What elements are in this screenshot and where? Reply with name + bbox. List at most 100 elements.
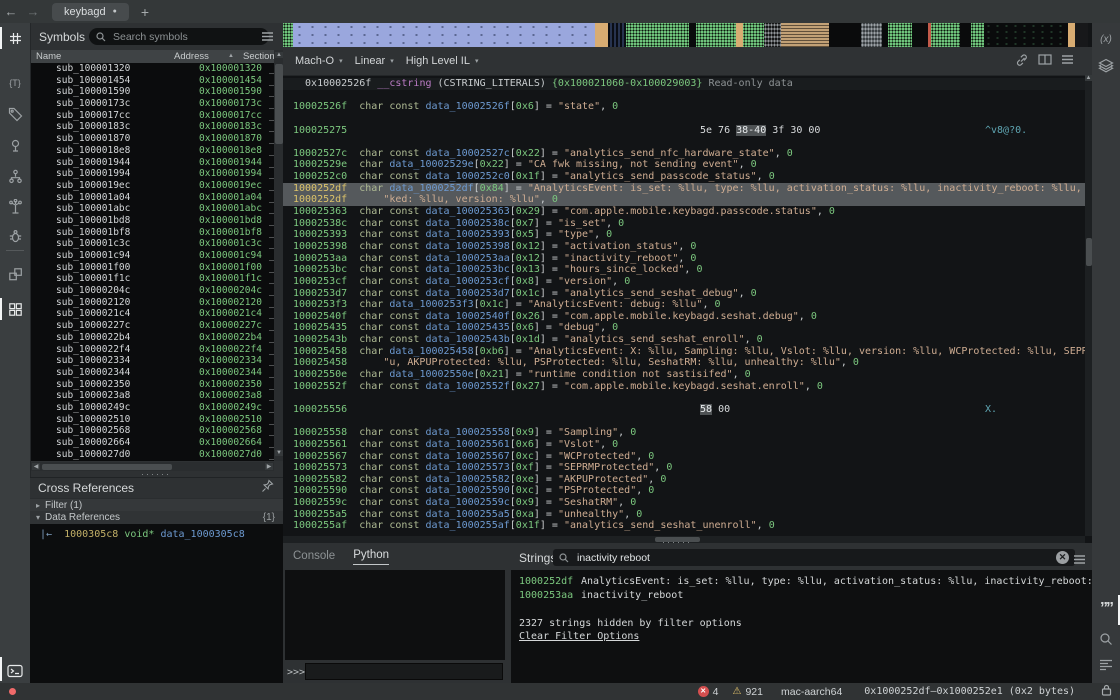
xrefs-group-row[interactable]: ▾ Data References {1} <box>30 511 283 524</box>
tab-python[interactable]: Python <box>353 549 389 565</box>
xrefs-filter-row[interactable]: ▸ Filter (1) <box>30 498 283 511</box>
linear-view-line[interactable]: 10002552f char const data_10002552f[0x27… <box>283 381 1085 393</box>
linear-view-line[interactable]: 10002559c char const data_10002559c[0x9]… <box>283 497 1085 509</box>
scroll-up-icon[interactable]: ▲ <box>1085 75 1092 81</box>
linear-view-line[interactable]: 0x10002526f __cstring (CSTRING_LITERALS)… <box>283 78 1085 90</box>
new-tab-button[interactable]: + <box>141 4 149 20</box>
symbol-row[interactable]: sub_1000023a80x1000023a8__text <box>31 390 274 402</box>
column-name[interactable]: Name <box>36 51 61 62</box>
symbol-row[interactable]: sub_10000227c0x10000227c__text <box>31 320 274 332</box>
components-icon[interactable] <box>0 261 30 287</box>
symbols-column-header[interactable]: Name Address ▲ Section <box>31 50 284 63</box>
linear-view-line[interactable]: 100025398 char const data_100025398[0x12… <box>283 241 1085 253</box>
error-count[interactable]: ✕ 4 <box>698 686 719 698</box>
linear-view-line[interactable]: 1000253cf char const data_1000253cf[0x8]… <box>283 276 1085 288</box>
linear-view-line[interactable]: 1000255af char const data_1000255af[0x1f… <box>283 520 1085 532</box>
linear-view-line[interactable] <box>283 392 1085 404</box>
symbol-row[interactable]: sub_1000018700x100001870__text <box>31 133 274 145</box>
tag-icon[interactable] <box>0 101 30 127</box>
lock-icon[interactable] <box>1101 684 1112 699</box>
architecture-label[interactable]: mac-aarch64 <box>781 686 842 698</box>
scroll-left-icon[interactable]: ◀ <box>32 463 40 470</box>
linear-view-line[interactable]: 1000255a5 char const data_1000255a5[0xa]… <box>283 509 1085 521</box>
forward-arrow-icon[interactable]: → <box>22 4 44 19</box>
symbol-row[interactable]: sub_1000017cc0x1000017cc__text <box>31 110 274 122</box>
symbol-row[interactable]: sub_10000173c0x10000173c__text <box>31 98 274 110</box>
scroll-right-icon[interactable]: ▶ <box>265 463 273 470</box>
scroll-down-icon[interactable]: ▼ <box>275 450 283 456</box>
memory-map-icon[interactable] <box>0 296 30 322</box>
types-icon[interactable]: {T} <box>0 70 30 96</box>
linear-view-line[interactable]: 10002555658 00X. <box>283 404 1085 416</box>
linear-view-line[interactable] <box>283 136 1085 148</box>
symbol-row[interactable]: sub_1000019940x100001994__text <box>31 168 274 180</box>
linear-view-line[interactable]: 1000253d7 char const data_1000253d7[0x1c… <box>283 288 1085 300</box>
symbol-row[interactable]: sub_100001a040x100001a04__text <box>31 192 274 204</box>
strings-quotes-icon[interactable]: ”” <box>1092 597 1120 621</box>
symbol-row[interactable]: sub_100001abc0x100001abc__text <box>31 203 274 215</box>
symbol-row[interactable]: sub_1000026640x100002664__text <box>31 437 274 449</box>
minimap-segment[interactable] <box>984 23 1068 47</box>
format-dropdown[interactable]: Mach-O▾ <box>295 55 343 67</box>
linear-view-line[interactable] <box>283 90 1085 102</box>
record-indicator-icon[interactable] <box>9 688 16 695</box>
minimap-segment[interactable] <box>781 23 829 47</box>
symbol-row[interactable]: sub_1000019440x100001944__text <box>31 157 274 169</box>
minimap-segment[interactable] <box>293 23 596 47</box>
symbol-row[interactable]: sub_10000183c0x10000183c__text <box>31 121 274 133</box>
column-section[interactable]: Section <box>243 51 275 62</box>
location-icon[interactable] <box>0 132 30 158</box>
symbol-row[interactable]: sub_1000019ec0x1000019ec__text <box>31 180 274 192</box>
linear-view-line[interactable]: 10002538c char const data_10002538c[0x7]… <box>283 218 1085 230</box>
linear-view-line[interactable]: 100025393 char const data_100025393[0x5]… <box>283 229 1085 241</box>
linear-view-line[interactable]: 100025435 char const data_100025435[0x6]… <box>283 322 1085 334</box>
find-icon[interactable] <box>1092 627 1120 651</box>
symbol-row[interactable]: sub_1000023440x100002344__text <box>31 367 274 379</box>
minimap-segment[interactable] <box>971 23 984 47</box>
minimap-segment[interactable] <box>861 23 882 47</box>
minimap-segment[interactable] <box>1075 23 1088 47</box>
symbol-row[interactable]: sub_1000025100x100002510__text <box>31 414 274 426</box>
minimap-segment[interactable] <box>829 23 861 47</box>
symbol-row[interactable]: sub_1000021200x100002120__text <box>31 297 274 309</box>
string-row[interactable]: 1000253aainactivity_reboot <box>511 589 1092 603</box>
terminal-icon[interactable] <box>0 658 30 684</box>
symbols-search-box[interactable] <box>89 28 269 45</box>
linear-view-line[interactable]: 1000252df "ked: %llu, version: %llu", 0 <box>283 194 1085 206</box>
variables-icon[interactable]: (x) <box>1092 27 1120 51</box>
symbol-row[interactable]: sub_1000022b40x1000022b4__text <box>31 332 274 344</box>
linear-view-line[interactable] <box>283 416 1085 428</box>
linear-view-line[interactable]: 100025458 "u, AKPUProtected: %llu, PSPro… <box>283 357 1085 369</box>
linear-view-line[interactable]: 10002550e char data_10002550e[0x21] = "r… <box>283 369 1085 381</box>
tab-keybagd[interactable]: keybagd ● <box>52 3 129 21</box>
feature-map[interactable] <box>283 23 1088 47</box>
symbol-row[interactable]: sub_100001f000x100001f00__text <box>31 262 274 274</box>
back-arrow-icon[interactable]: ← <box>0 4 22 19</box>
symbol-row[interactable]: sub_100001c3c0x100001c3c__text <box>31 238 274 250</box>
scrollbar-thumb[interactable] <box>275 64 283 144</box>
minimap-segment[interactable] <box>743 23 764 47</box>
linear-view-line[interactable]: 10002527c char const data_10002527c[0x22… <box>283 148 1085 160</box>
linear-view-line[interactable]: 1000253aa char const data_1000253aa[0x12… <box>283 253 1085 265</box>
clear-filter-options-link[interactable]: Clear Filter Options <box>511 630 1092 643</box>
linear-view-line[interactable]: 100025558 char const data_100025558[0x9]… <box>283 427 1085 439</box>
warning-count[interactable]: ⚠ 921 <box>733 686 764 698</box>
minimap-segment[interactable] <box>764 23 782 47</box>
symbol-row[interactable]: sub_100001f1c0x100001f1c__text <box>31 273 274 285</box>
view-dropdown[interactable]: Linear▾ <box>355 55 394 67</box>
main-vertical-scrollbar[interactable]: ▲ <box>1085 75 1092 536</box>
symbol-row[interactable]: sub_1000023500x100002350__text <box>31 379 274 391</box>
linear-view-line[interactable]: 100025567 char const data_100025567[0xc]… <box>283 451 1085 463</box>
linear-view-line[interactable]: 100025582 char const data_100025582[0xe]… <box>283 474 1085 486</box>
symbol-row[interactable]: sub_100001c940x100001c94__text <box>31 250 274 262</box>
clear-search-icon[interactable]: ✕ <box>1056 551 1069 564</box>
view-menu-icon[interactable] <box>1061 54 1074 68</box>
linear-view-line[interactable]: 100025561 char const data_100025561[0x6]… <box>283 439 1085 451</box>
hex-bytes[interactable]: 5e 76 38-40 3f 30 00 <box>700 125 820 137</box>
xref-row[interactable]: |← 1000305c8 void* data_1000305c8 <box>40 529 283 540</box>
tab-console[interactable]: Console <box>293 550 335 565</box>
column-address[interactable]: Address <box>174 51 209 62</box>
linear-view-line[interactable]: 100025590 char const data_100025590[0xc]… <box>283 485 1085 497</box>
tree-icon[interactable] <box>0 193 30 219</box>
symbol-row[interactable]: sub_10000249c0x10000249c__text <box>31 402 274 414</box>
